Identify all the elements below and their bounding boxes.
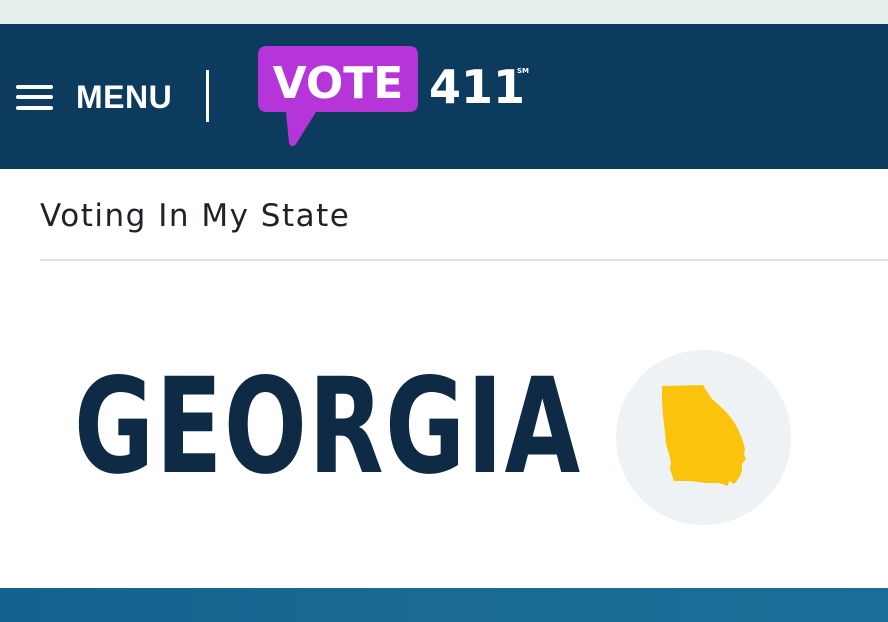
vote411-logo[interactable]: VOTE 411 SM — [258, 46, 530, 152]
site-header: MENU VOTE 411 SM — [0, 24, 888, 169]
header-divider — [206, 70, 209, 122]
georgia-map-icon — [662, 385, 746, 486]
logo-number: 411 — [429, 60, 525, 114]
logo-word: VOTE — [273, 58, 404, 109]
hamburger-icon[interactable] — [16, 84, 53, 110]
top-strip — [0, 0, 888, 24]
state-name-text: GEORGIA — [74, 350, 582, 504]
footer-band — [0, 588, 888, 622]
menu-button[interactable]: MENU — [16, 81, 172, 113]
menu-label[interactable]: MENU — [76, 81, 172, 113]
title-divider — [40, 259, 888, 261]
logo-mark: SM — [517, 67, 529, 75]
state-name-heading: GEORGIA — [74, 347, 580, 507]
page-title: Voting In My State — [40, 198, 351, 234]
